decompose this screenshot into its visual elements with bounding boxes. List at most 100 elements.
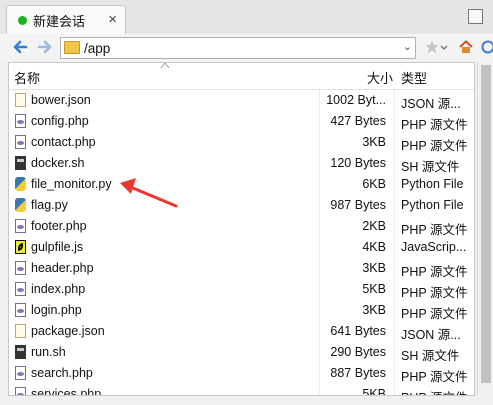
file-size: 3KB	[362, 135, 386, 149]
tab-session[interactable]: 新建会话 ×	[6, 5, 126, 34]
sort-ascending-icon	[160, 63, 170, 69]
file-type: PHP 源文件	[401, 387, 467, 395]
sh-file-icon	[15, 156, 26, 170]
file-size: 6KB	[362, 177, 386, 191]
folder-icon	[64, 41, 80, 54]
file-name: header.php	[31, 261, 94, 275]
file-row[interactable]: contact.php 3KB PHP 源文件	[9, 132, 474, 153]
php-file-icon	[15, 114, 26, 128]
toolbar: /app ⌄	[0, 34, 493, 62]
file-type: Python File	[401, 198, 464, 212]
file-size: 427 Bytes	[330, 114, 386, 128]
file-row[interactable]: search.php 887 Bytes PHP 源文件	[9, 363, 474, 384]
py-file-icon	[15, 198, 26, 212]
column-header-type[interactable]: 类型	[401, 68, 427, 87]
list-header: 名称 大小 类型	[9, 63, 474, 90]
file-size: 2KB	[362, 219, 386, 233]
file-row[interactable]: header.php 3KB PHP 源文件	[9, 258, 474, 279]
file-row[interactable]: login.php 3KB PHP 源文件	[9, 300, 474, 321]
file-size: 290 Bytes	[330, 345, 386, 359]
connection-status-icon	[18, 15, 27, 25]
file-row[interactable]: footer.php 2KB PHP 源文件	[9, 216, 474, 237]
php-file-icon	[15, 135, 26, 149]
file-row[interactable]: config.php 427 Bytes PHP 源文件	[9, 111, 474, 132]
file-row[interactable]: index.php 5KB PHP 源文件	[9, 279, 474, 300]
file-rows: bower.json 1002 Byt... JSON 源... config.php…	[9, 90, 474, 396]
file-row[interactable]: file_monitor.py 6KB Python File	[9, 174, 474, 195]
file-row[interactable]: run.sh 290 Bytes SH 源文件	[9, 342, 474, 363]
column-header-name[interactable]: 名称	[14, 68, 40, 87]
file-type: PHP 源文件	[401, 265, 468, 279]
py-file-icon	[15, 177, 26, 191]
tab-title: 新建会话	[33, 13, 86, 29]
file-name: search.php	[31, 366, 93, 380]
sh-file-icon	[15, 345, 26, 359]
path-dropdown-icon[interactable]: ⌄	[403, 40, 412, 53]
file-size: 5KB	[362, 387, 386, 396]
file-type: PHP 源文件	[401, 370, 468, 384]
file-size: 3KB	[362, 303, 386, 317]
file-row[interactable]: gulpfile.js 4KB JavaScrip...	[9, 237, 474, 258]
file-type: PHP 源文件	[401, 286, 468, 300]
path-input[interactable]: /app ⌄	[60, 37, 416, 59]
file-type: JSON 源...	[401, 97, 461, 111]
file-type: SH 源文件	[401, 349, 460, 363]
file-type: Python File	[401, 177, 464, 191]
home-icon[interactable]	[458, 39, 474, 55]
file-type: PHP 源文件	[401, 307, 468, 321]
file-name: login.php	[31, 303, 82, 317]
maximize-icon[interactable]	[468, 9, 483, 24]
php-file-icon	[15, 387, 26, 395]
file-name: footer.php	[31, 219, 87, 233]
refresh-icon[interactable]	[480, 39, 493, 55]
forward-arrow-icon[interactable]	[37, 39, 53, 55]
file-type: PHP 源文件	[401, 139, 468, 153]
file-row[interactable]: bower.json 1002 Byt... JSON 源...	[9, 90, 474, 111]
file-type: JavaScrip...	[401, 240, 467, 254]
json-file-icon	[15, 93, 26, 107]
php-file-icon	[15, 303, 26, 317]
js-file-icon	[15, 240, 26, 254]
file-name: gulpfile.js	[31, 240, 84, 254]
file-name: file_monitor.py	[31, 177, 112, 191]
close-icon[interactable]: ×	[108, 11, 117, 28]
file-name: contact.php	[31, 135, 96, 149]
file-size: 5KB	[362, 282, 386, 296]
file-name: run.sh	[31, 345, 66, 359]
file-name: index.php	[31, 282, 86, 296]
php-file-icon	[15, 366, 26, 380]
file-size: 987 Bytes	[330, 198, 386, 212]
tab-bar: 新建会话 ×	[0, 0, 493, 35]
file-list[interactable]: 名称 大小 类型 bower.json 1002 Byt... JSON 源... c…	[8, 62, 475, 396]
file-name: package.json	[31, 324, 105, 338]
file-size: 4KB	[362, 240, 386, 254]
file-size: 120 Bytes	[330, 156, 386, 170]
file-name: config.php	[31, 114, 89, 128]
file-name: flag.py	[31, 198, 68, 212]
file-name: services.php	[31, 387, 102, 396]
php-file-icon	[15, 261, 26, 275]
php-file-icon	[15, 219, 26, 233]
scrollbar-thumb[interactable]	[481, 65, 491, 383]
back-arrow-icon[interactable]	[12, 39, 28, 55]
favorites-star-icon[interactable]	[424, 39, 440, 55]
file-size: 641 Bytes	[330, 324, 386, 338]
vertical-scrollbar[interactable]	[477, 62, 493, 396]
json-file-icon	[15, 324, 26, 338]
file-type: SH 源文件	[401, 160, 460, 174]
column-header-size[interactable]: 大小	[367, 68, 393, 87]
php-file-icon	[15, 282, 26, 296]
file-type: JSON 源...	[401, 328, 461, 342]
file-name: docker.sh	[31, 156, 85, 170]
file-size: 1002 Byt...	[326, 93, 386, 107]
file-row[interactable]: services.php 5KB PHP 源文件	[9, 384, 474, 396]
file-row[interactable]: docker.sh 120 Bytes SH 源文件	[9, 153, 474, 174]
file-size: 3KB	[362, 261, 386, 275]
file-name: bower.json	[31, 93, 91, 107]
favorites-dropdown-icon[interactable]	[440, 39, 448, 55]
path-text: /app	[84, 41, 111, 56]
file-row[interactable]: flag.py 987 Bytes Python File	[9, 195, 474, 216]
file-size: 887 Bytes	[330, 366, 386, 380]
file-type: PHP 源文件	[401, 223, 468, 237]
file-row[interactable]: package.json 641 Bytes JSON 源...	[9, 321, 474, 342]
